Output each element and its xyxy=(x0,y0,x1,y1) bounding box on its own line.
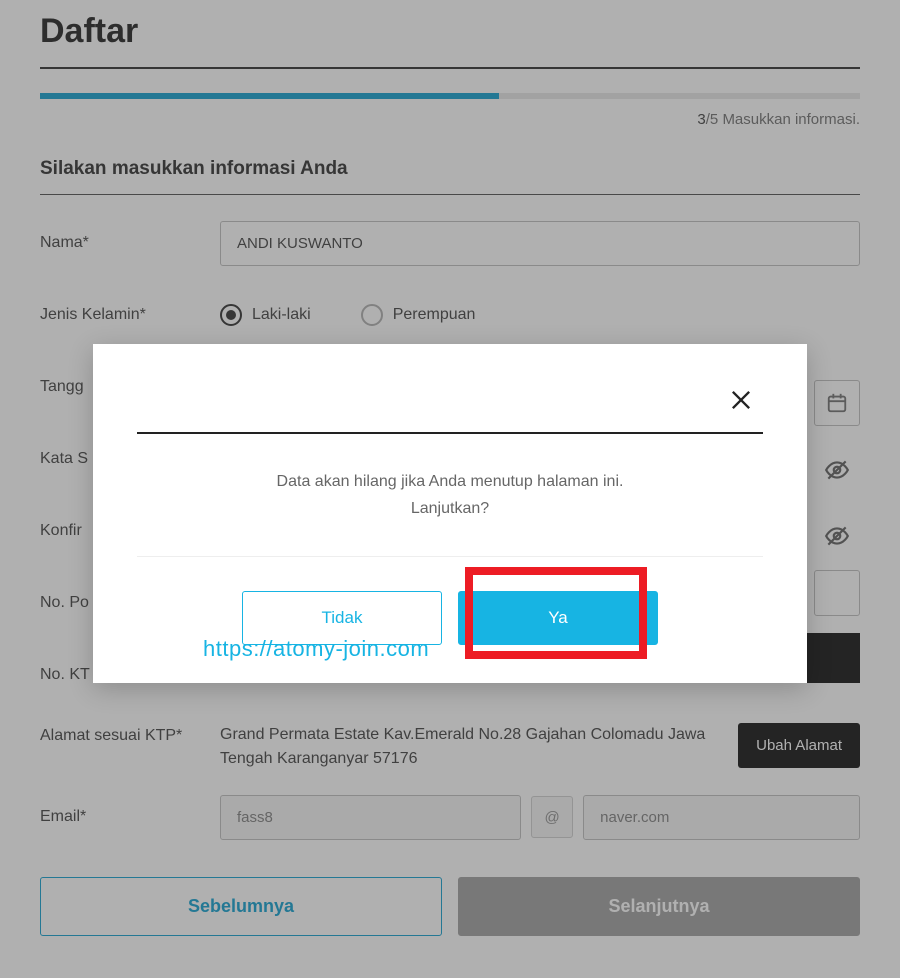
modal-message-line2: Lanjutkan? xyxy=(137,495,763,522)
modal-header-line xyxy=(137,376,763,434)
modal-overlay: Data akan hilang jika Anda menutup halam… xyxy=(0,0,900,978)
yes-button[interactable]: Ya xyxy=(458,591,658,645)
no-button[interactable]: Tidak xyxy=(242,591,442,645)
modal-message-line1: Data akan hilang jika Anda menutup halam… xyxy=(137,468,763,495)
modal-message: Data akan hilang jika Anda menutup halam… xyxy=(137,468,763,557)
close-button[interactable] xyxy=(727,386,759,418)
confirm-modal: Data akan hilang jika Anda menutup halam… xyxy=(93,344,807,683)
